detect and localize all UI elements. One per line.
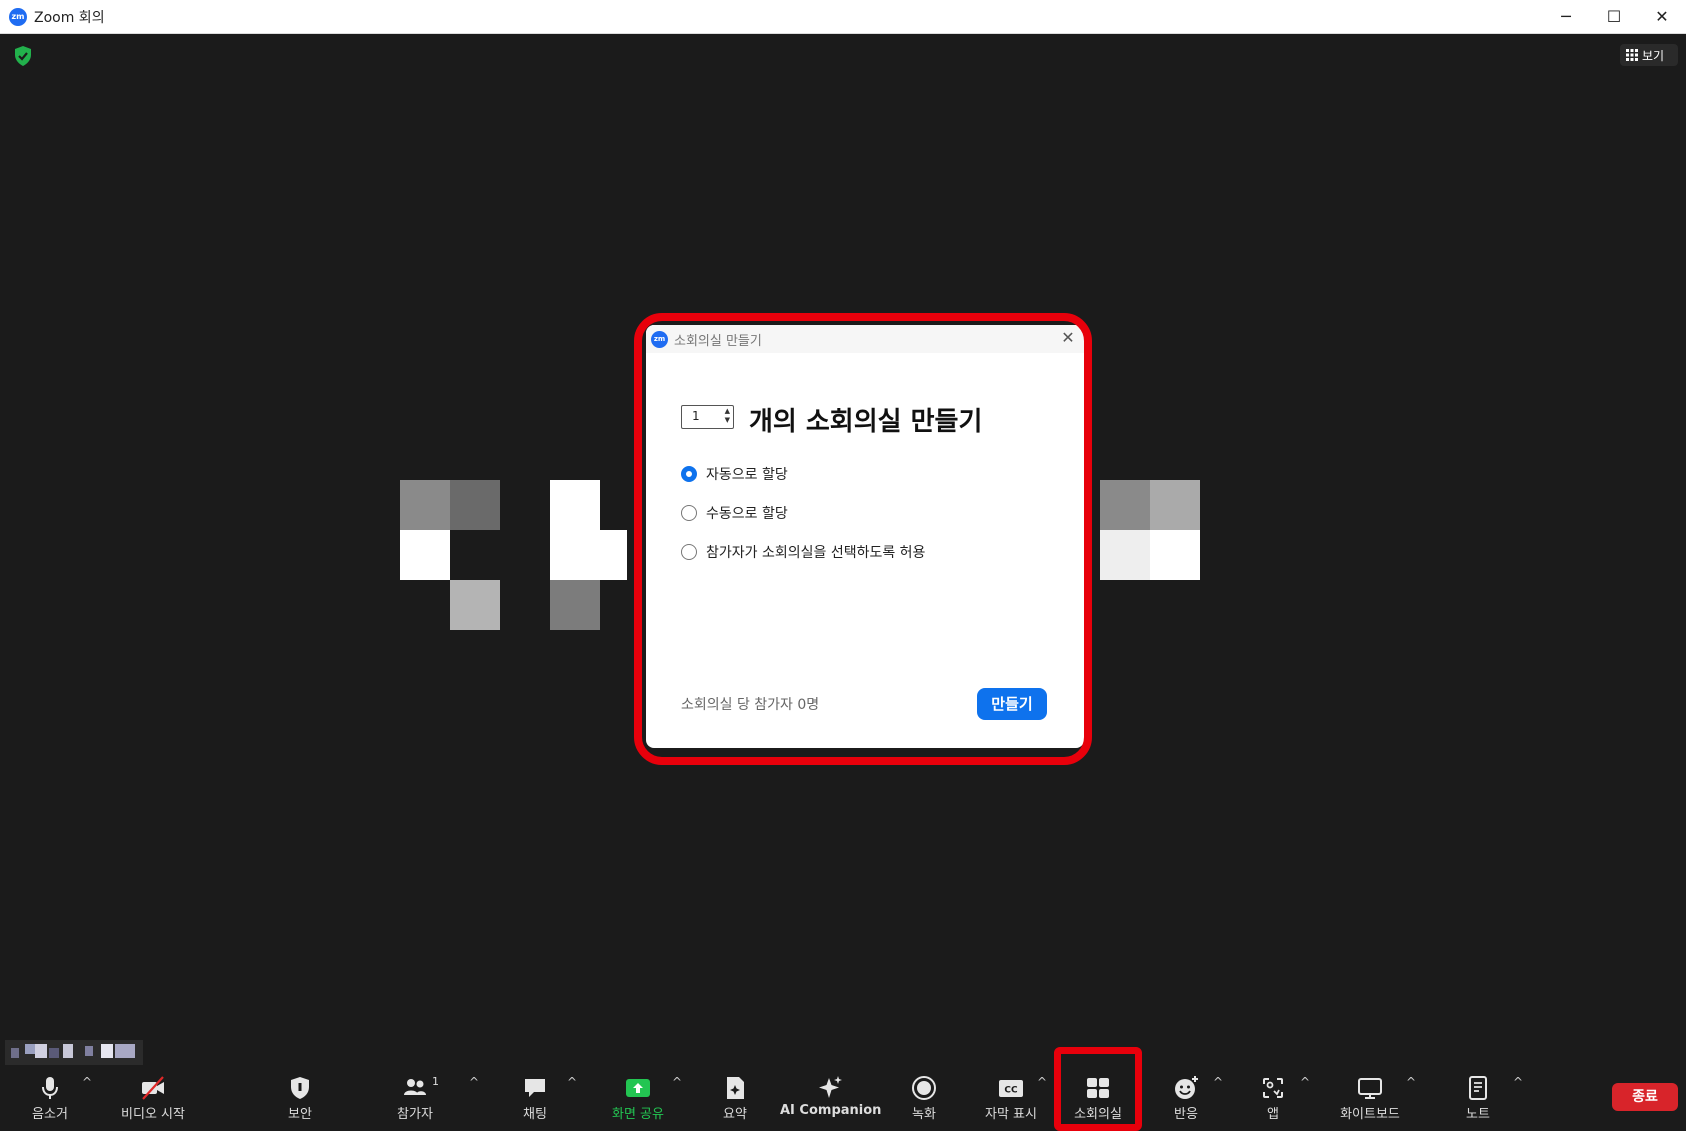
start-video-label: 비디오 시작 <box>121 1107 185 1122</box>
participant-name-tag <box>5 1040 143 1066</box>
window-title: Zoom 회의 <box>34 10 105 26</box>
summary-label: 요약 <box>723 1107 747 1122</box>
captions-icon-text: CC <box>1004 1086 1018 1096</box>
reactions-label: 반응 <box>1174 1107 1198 1122</box>
notes-button[interactable]: 노트 <box>1438 1065 1518 1125</box>
record-icon <box>912 1076 936 1100</box>
end-meeting-button[interactable]: 종료 <box>1612 1083 1678 1111</box>
meeting-toolbar: 음소거 ^ 비디오 시작 보안 1 참가자 ^ 채팅 ^ 화면 공유 ^ 요약 … <box>0 1065 1686 1130</box>
start-video-button[interactable]: 비디오 시작 <box>108 1065 198 1125</box>
apps-icon <box>1263 1078 1283 1098</box>
chat-label: 채팅 <box>523 1107 547 1122</box>
apps-button[interactable]: 앱 <box>1233 1065 1313 1125</box>
apps-options-caret[interactable]: ^ <box>1300 1075 1310 1089</box>
participants-button[interactable]: 1 참가자 <box>375 1065 455 1125</box>
participant-count-badge: 1 <box>432 1075 439 1088</box>
share-screen-button[interactable]: 화면 공유 <box>598 1065 678 1125</box>
whiteboard-label: 화이트보드 <box>1340 1107 1400 1122</box>
mute-button[interactable]: 음소거 <box>10 1065 90 1125</box>
captions-label: 자막 표시 <box>985 1107 1037 1122</box>
notes-label: 노트 <box>1466 1107 1490 1122</box>
audio-options-caret[interactable]: ^ <box>82 1075 92 1089</box>
share-screen-label: 화면 공유 <box>612 1107 664 1122</box>
record-button[interactable]: 녹화 <box>884 1065 964 1125</box>
encryption-shield-icon[interactable] <box>13 45 33 67</box>
dialog-highlight-box <box>634 313 1092 765</box>
notes-icon <box>1469 1076 1487 1100</box>
mute-label: 음소거 <box>32 1107 68 1122</box>
ai-companion-label: AI Companion <box>780 1103 882 1118</box>
video-off-icon <box>142 1076 164 1100</box>
chat-options-caret[interactable]: ^ <box>567 1075 577 1089</box>
zoom-logo-icon: zm <box>9 8 27 26</box>
grid-view-icon <box>1626 49 1638 61</box>
maximize-button[interactable]: ☐ <box>1590 0 1638 33</box>
summary-icon <box>727 1077 744 1099</box>
breakout-rooms-highlight-box <box>1054 1047 1142 1131</box>
whiteboard-icon <box>1358 1078 1382 1099</box>
reactions-button[interactable]: 반응 <box>1146 1065 1226 1125</box>
chat-icon <box>525 1079 545 1097</box>
share-screen-icon <box>626 1079 650 1097</box>
microphone-icon <box>42 1077 58 1099</box>
apps-label: 앱 <box>1267 1107 1279 1122</box>
close-window-button[interactable]: ✕ <box>1638 0 1686 33</box>
chat-button[interactable]: 채팅 <box>495 1065 575 1125</box>
minimize-button[interactable]: ─ <box>1542 0 1590 33</box>
shield-icon <box>291 1077 309 1099</box>
reactions-icon <box>1175 1076 1198 1099</box>
view-button[interactable]: 보기 <box>1620 44 1678 66</box>
ai-companion-button[interactable]: AI Companion <box>780 1065 882 1125</box>
security-label: 보안 <box>288 1107 312 1122</box>
security-button[interactable]: 보안 <box>260 1065 340 1125</box>
whiteboard-button[interactable]: 화이트보드 <box>1325 1065 1415 1125</box>
captions-options-caret[interactable]: ^ <box>1037 1075 1047 1089</box>
whiteboard-options-caret[interactable]: ^ <box>1406 1075 1416 1089</box>
captions-icon: CC <box>999 1080 1023 1097</box>
share-options-caret[interactable]: ^ <box>672 1075 682 1089</box>
captions-button[interactable]: CC 자막 표시 <box>971 1065 1051 1125</box>
participants-options-caret[interactable]: ^ <box>469 1075 479 1089</box>
record-label: 녹화 <box>912 1107 936 1122</box>
participants-label: 참가자 <box>397 1107 433 1122</box>
reactions-options-caret[interactable]: ^ <box>1213 1075 1223 1089</box>
window-titlebar: zm Zoom 회의 ─ ☐ ✕ <box>0 0 1686 34</box>
ai-companion-icon <box>819 1076 842 1098</box>
participants-icon <box>404 1079 426 1095</box>
summary-button[interactable]: 요약 <box>695 1065 775 1125</box>
view-button-label: 보기 <box>1642 49 1665 63</box>
notes-options-caret[interactable]: ^ <box>1513 1075 1523 1089</box>
